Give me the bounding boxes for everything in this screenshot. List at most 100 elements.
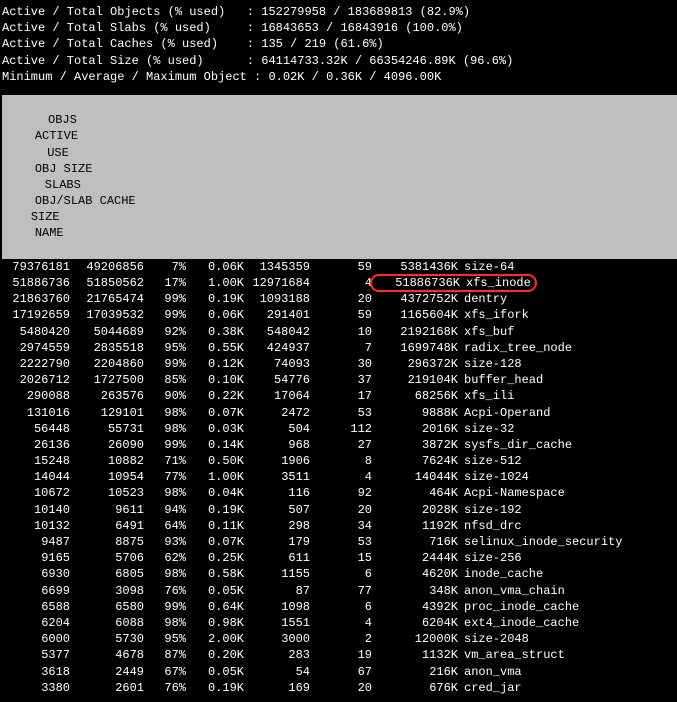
cell-objslb: 37 xyxy=(310,372,372,388)
cell-objs: 131016 xyxy=(2,405,70,421)
cell-use: 95% xyxy=(144,631,186,647)
cell-use: 95% xyxy=(144,340,186,356)
cell-active: 10954 xyxy=(70,469,144,485)
cell-active: 3098 xyxy=(70,583,144,599)
cell-objslb: 2 xyxy=(310,631,372,647)
cell-objs: 10132 xyxy=(2,518,70,534)
cell-cache: 464K xyxy=(372,485,458,501)
cell-slabs: 424937 xyxy=(244,340,310,356)
cell-objs: 3618 xyxy=(2,664,70,680)
cell-use: 77% xyxy=(144,469,186,485)
cell-objslb: 15 xyxy=(310,550,372,566)
cell-cache: 1132K xyxy=(372,647,458,663)
cell-cache: 2444K xyxy=(372,550,458,566)
cell-active: 263576 xyxy=(70,388,144,404)
cell-objsz: 0.14K xyxy=(186,437,244,453)
cell-objslb: 30 xyxy=(310,356,372,372)
col-cache: SIZE xyxy=(31,209,81,225)
cell-cache: 716K xyxy=(372,534,458,550)
cell-use: 98% xyxy=(144,615,186,631)
cell-objslb: 4 xyxy=(310,615,372,631)
table-row: 218637602176547499%0.19K1093188204372752… xyxy=(2,291,677,307)
cell-slabs: 74093 xyxy=(244,356,310,372)
cell-active: 5706 xyxy=(70,550,144,566)
cell-use: 76% xyxy=(144,583,186,599)
table-row: 6699309876%0.05K8777348Kanon_vma_chain xyxy=(2,583,677,599)
cell-objs: 10140 xyxy=(2,502,70,518)
cell-active: 21765474 xyxy=(70,291,144,307)
cell-objslb: 19 xyxy=(310,647,372,663)
cell-name: size-64 xyxy=(458,259,514,275)
cell-objs: 17192659 xyxy=(2,307,70,323)
cell-objsz: 0.04K xyxy=(186,485,244,501)
summary-line: Minimum / Average / Maximum Object : 0.0… xyxy=(2,69,677,85)
cell-cache: 7624K xyxy=(372,453,458,469)
table-row: 9487887593%0.07K17953716Kselinux_inode_s… xyxy=(2,534,677,550)
cell-cache: 3872K xyxy=(372,437,458,453)
cell-name: cred_jar xyxy=(458,680,522,696)
col-use: USE xyxy=(31,145,69,161)
cell-slabs: 2472 xyxy=(244,405,310,421)
cell-slabs: 1093188 xyxy=(244,291,310,307)
cell-active: 6088 xyxy=(70,615,144,631)
summary-line: Active / Total Caches (% used) : 135 / 2… xyxy=(2,36,677,52)
cell-active: 5044689 xyxy=(70,324,144,340)
cell-objslb: 77 xyxy=(310,583,372,599)
cell-slabs: 179 xyxy=(244,534,310,550)
summary-label: Minimum / Average / Maximum Object xyxy=(2,70,247,84)
summary-sep: : xyxy=(247,21,261,35)
table-header: OBJS ACTIVE USE OBJ SIZE SLABS OBJ/SLAB … xyxy=(2,95,677,259)
cell-objslb: 53 xyxy=(310,405,372,421)
cell-slabs: 1345359 xyxy=(244,259,310,275)
cell-objs: 79376181 xyxy=(2,259,70,275)
cell-cache: 4620K xyxy=(372,566,458,582)
table-row: 10140961194%0.19K507202028Ksize-192 xyxy=(2,502,677,518)
table-row: 3618244967%0.05K5467216Kanon_vma xyxy=(2,664,677,680)
cell-objs: 26136 xyxy=(2,437,70,453)
cell-objs: 56448 xyxy=(2,421,70,437)
cell-name: sysfs_dir_cache xyxy=(458,437,572,453)
cell-cache: 296372K xyxy=(372,356,458,372)
highlight-annotation: 51886736Kxfs_inode xyxy=(370,274,537,292)
cell-objsz: 0.06K xyxy=(186,307,244,323)
cell-cache: 2192168K xyxy=(372,324,458,340)
cell-use: 71% xyxy=(144,453,186,469)
table-row: 518867365185056217%1.00K1297168445188673… xyxy=(2,275,677,291)
cell-name: xfs_ifork xyxy=(458,307,529,323)
table-row: 5377467887%0.20K283191132Kvm_area_struct xyxy=(2,647,677,663)
cell-name: xfs_ili xyxy=(458,388,514,404)
cell-objs: 14044 xyxy=(2,469,70,485)
cell-objsz: 2.00K xyxy=(186,631,244,647)
cell-objslb: 20 xyxy=(310,291,372,307)
cell-active: 6491 xyxy=(70,518,144,534)
cell-slabs: 1906 xyxy=(244,453,310,469)
cell-use: 7% xyxy=(144,259,186,275)
cell-slabs: 1098 xyxy=(244,599,310,615)
summary-line: Active / Total Objects (% used) : 152279… xyxy=(2,4,677,20)
cell-objslb: 27 xyxy=(310,437,372,453)
cell-objs: 2222790 xyxy=(2,356,70,372)
cell-name: size-256 xyxy=(458,550,522,566)
cell-objs: 6000 xyxy=(2,631,70,647)
cell-active: 55731 xyxy=(70,421,144,437)
col-objslb: OBJ/SLAB CACHE xyxy=(31,193,143,209)
summary-value: 64114733.32K / 66354246.89K (96.6%) xyxy=(261,54,513,68)
cell-cache: 4372752K xyxy=(372,291,458,307)
table-row: 9165570662%0.25K611152444Ksize-256 xyxy=(2,550,677,566)
cell-use: 64% xyxy=(144,518,186,534)
cell-use: 98% xyxy=(144,485,186,501)
cell-cache: 676K xyxy=(372,680,458,696)
cell-active: 4678 xyxy=(70,647,144,663)
cell-objsz: 0.55K xyxy=(186,340,244,356)
summary-line: Active / Total Slabs (% used) : 16843653… xyxy=(2,20,677,36)
cell-objsz: 0.19K xyxy=(186,502,244,518)
cell-name: size-512 xyxy=(458,453,522,469)
cell-slabs: 169 xyxy=(244,680,310,696)
cell-use: 17% xyxy=(144,275,186,291)
cell-slabs: 507 xyxy=(244,502,310,518)
table-row: 6588658099%0.64K109864392Kproc_inode_cac… xyxy=(2,599,677,615)
cell-objsz: 0.58K xyxy=(186,566,244,582)
cell-cache: 216K xyxy=(372,664,458,680)
cell-active: 6580 xyxy=(70,599,144,615)
table-row: 171926591703953299%0.06K291401591165604K… xyxy=(2,307,677,323)
